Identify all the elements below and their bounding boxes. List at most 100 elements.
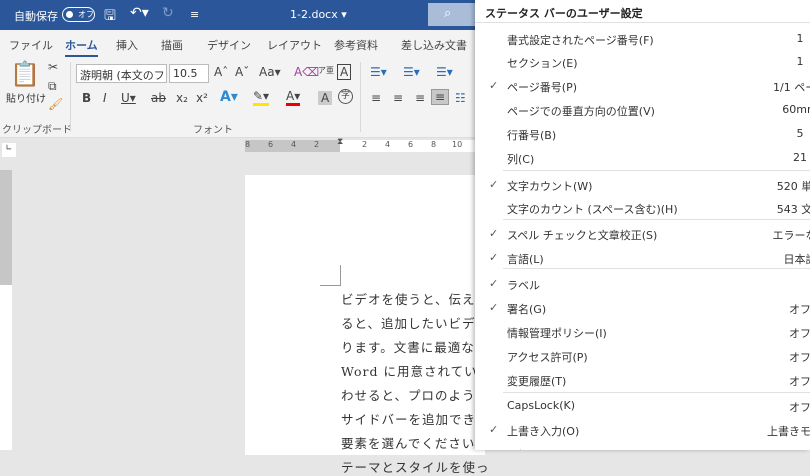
menu-item-value: 1: [796, 55, 804, 68]
document-title[interactable]: 1-2.docx ▾: [290, 8, 347, 21]
font-name-combo[interactable]: 游明朝 (本文のフ:: [76, 64, 167, 83]
tab-selector[interactable]: ∟: [2, 143, 16, 157]
vertical-ruler[interactable]: [0, 170, 12, 450]
save-icon[interactable]: 🖫: [104, 5, 116, 29]
ribbon-tabs: ファイル ホーム 挿入 描画 デザイン レイアウト 参考資料 差し込み文書: [0, 30, 475, 57]
menu-item[interactable]: 文字のカウント (スペース含む)(H) 543 文字: [475, 198, 810, 220]
enclose-char-icon[interactable]: 字: [338, 89, 353, 104]
search-icon: ⌕: [444, 6, 452, 21]
italic-icon[interactable]: I: [103, 91, 107, 105]
paste-icon[interactable]: 📋: [10, 60, 40, 88]
menu-item-label: 情報管理ポリシー(I): [507, 327, 607, 340]
redo-icon[interactable]: ↻: [162, 5, 174, 21]
ribbon: 📋 貼り付け ✂ ⧉ 🖌 クリップボード 游明朝 (本文のフ: 10.5 Aˆ …: [0, 57, 475, 138]
menu-item[interactable]: ページでの垂直方向の位置(V) 60mm: [475, 100, 810, 122]
margin-corner-mark: [320, 265, 341, 286]
clear-format-icon[interactable]: A⌫: [294, 65, 319, 79]
menu-item[interactable]: ✓ スペル チェックと文章校正(S) エラーなし: [475, 224, 810, 246]
tab-insert[interactable]: 挿入: [116, 37, 138, 53]
menu-item-label: スペル チェックと文章校正(S): [507, 229, 658, 242]
align-right-icon[interactable]: ≡: [415, 91, 425, 105]
distributed-icon[interactable]: ☷: [455, 91, 466, 105]
menu-item[interactable]: ✓ 署名(G) オフ: [475, 298, 810, 320]
underline-icon[interactable]: U▾: [121, 91, 136, 105]
tab-layout[interactable]: レイアウト: [267, 37, 322, 53]
paste-button[interactable]: 貼り付け: [6, 90, 46, 105]
menu-item-value: オフ: [789, 351, 810, 364]
menu-item-label: 文字のカウント (スペース含む)(H): [507, 203, 678, 216]
menu-item-label: 変更履歴(T): [507, 375, 567, 388]
align-center-icon[interactable]: ≡: [393, 91, 403, 105]
undo-icon[interactable]: ↶▾: [130, 5, 149, 21]
tab-mailings[interactable]: 差し込み文書: [401, 37, 467, 53]
multilevel-list-icon[interactable]: ☰▾: [436, 65, 453, 79]
autosave-toggle[interactable]: オフ: [62, 7, 95, 22]
menu-item-value: 21: [793, 151, 807, 164]
char-border-icon[interactable]: A: [337, 64, 352, 80]
font-color-icon[interactable]: A▾: [286, 89, 301, 106]
align-left-icon[interactable]: ≡: [371, 91, 381, 105]
bullets-icon[interactable]: ☰▾: [370, 65, 387, 79]
justify-icon[interactable]: ≡: [431, 89, 450, 105]
menu-item-value: 上書きモード: [767, 425, 810, 438]
highlight-icon[interactable]: ✎▾: [253, 89, 270, 106]
ruler-tick: 4: [385, 140, 391, 149]
menu-item[interactable]: 行番号(B) 5: [475, 124, 810, 146]
menu-separator: [503, 392, 810, 393]
menu-item[interactable]: アクセス許可(P) オフ: [475, 346, 810, 368]
menu-title: ステータス バーのユーザー設定: [485, 7, 643, 20]
menu-item-value: エラーなし: [772, 229, 810, 242]
cut-icon[interactable]: ✂: [48, 60, 58, 74]
grow-font-icon[interactable]: Aˆ: [214, 65, 228, 79]
menu-item-value: オフ: [789, 401, 810, 414]
copy-icon[interactable]: ⧉: [48, 79, 57, 94]
text-effects-icon[interactable]: A▾: [220, 89, 238, 105]
menu-item-label: 署名(G): [507, 303, 547, 316]
menu-item[interactable]: 列(C) 21: [475, 148, 810, 170]
bold-icon[interactable]: B: [82, 91, 91, 105]
numbering-icon[interactable]: ☰▾: [403, 65, 420, 79]
indent-marker-icon[interactable]: ⧗: [337, 137, 343, 147]
menu-item[interactable]: 選択モード(D): [475, 444, 810, 450]
menu-item[interactable]: ✓ 言語(L) 日本語: [475, 248, 810, 270]
customize-qat-icon[interactable]: ≡: [190, 8, 199, 21]
ruler-tick: 6: [268, 140, 274, 149]
font-group-label: フォント: [193, 125, 233, 136]
superscript-icon[interactable]: x²: [196, 91, 208, 105]
menu-item[interactable]: CapsLock(K) オフ: [475, 396, 810, 418]
menu-item-value: オフ: [789, 327, 810, 340]
tab-references[interactable]: 参考資料: [334, 37, 378, 53]
subscript-icon[interactable]: x₂: [176, 91, 188, 105]
menu-item-label: 言語(L): [507, 253, 544, 266]
menu-item-label: ラベル: [507, 279, 540, 292]
phonetic-guide-icon[interactable]: ア亜: [318, 65, 334, 76]
char-shading-icon[interactable]: A: [318, 91, 333, 105]
menu-item[interactable]: 変更履歴(T) オフ: [475, 370, 810, 392]
text-line: サイドバーを追加できま: [341, 412, 490, 427]
strikethrough-icon[interactable]: ab: [151, 91, 166, 105]
horizontal-ruler[interactable]: 8 6 4 2 2 4 6 8 10 ⧗: [245, 137, 475, 152]
tab-file[interactable]: ファイル: [9, 37, 53, 53]
menu-item[interactable]: 情報管理ポリシー(I) オフ: [475, 322, 810, 344]
tab-design[interactable]: デザイン: [207, 37, 251, 53]
menu-item-label: CapsLock(K): [507, 399, 576, 412]
menu-item[interactable]: ✓ ラベル: [475, 274, 810, 296]
text-line: ります。文書に最適なビ: [341, 340, 489, 355]
check-icon: ✓: [489, 423, 499, 436]
change-case-icon[interactable]: Aa▾: [259, 65, 281, 79]
menu-item[interactable]: セクション(E) 1: [475, 52, 810, 74]
check-icon: ✓: [489, 79, 499, 92]
font-name-value: 游明朝 (本文のフ:: [80, 69, 167, 82]
menu-item[interactable]: ✓ 文字カウント(W) 520 単語: [475, 175, 810, 197]
menu-item[interactable]: ✓ ページ番号(P) 1/1 ページ: [475, 76, 810, 98]
menu-item[interactable]: ✓ 上書き入力(O) 上書きモード: [475, 420, 810, 442]
shrink-font-icon[interactable]: Aˇ: [235, 65, 249, 79]
tab-home[interactable]: ホーム: [65, 37, 98, 57]
tab-draw[interactable]: 描画: [161, 37, 183, 53]
font-size-combo[interactable]: 10.5: [169, 64, 209, 83]
autosave-state: オフ: [78, 10, 94, 19]
menu-item-label: 書式設定されたページ番号(F): [507, 34, 654, 47]
check-icon: ✓: [489, 227, 499, 240]
format-painter-icon[interactable]: 🖌: [48, 97, 63, 111]
menu-item[interactable]: 書式設定されたページ番号(F) 1: [475, 29, 810, 51]
